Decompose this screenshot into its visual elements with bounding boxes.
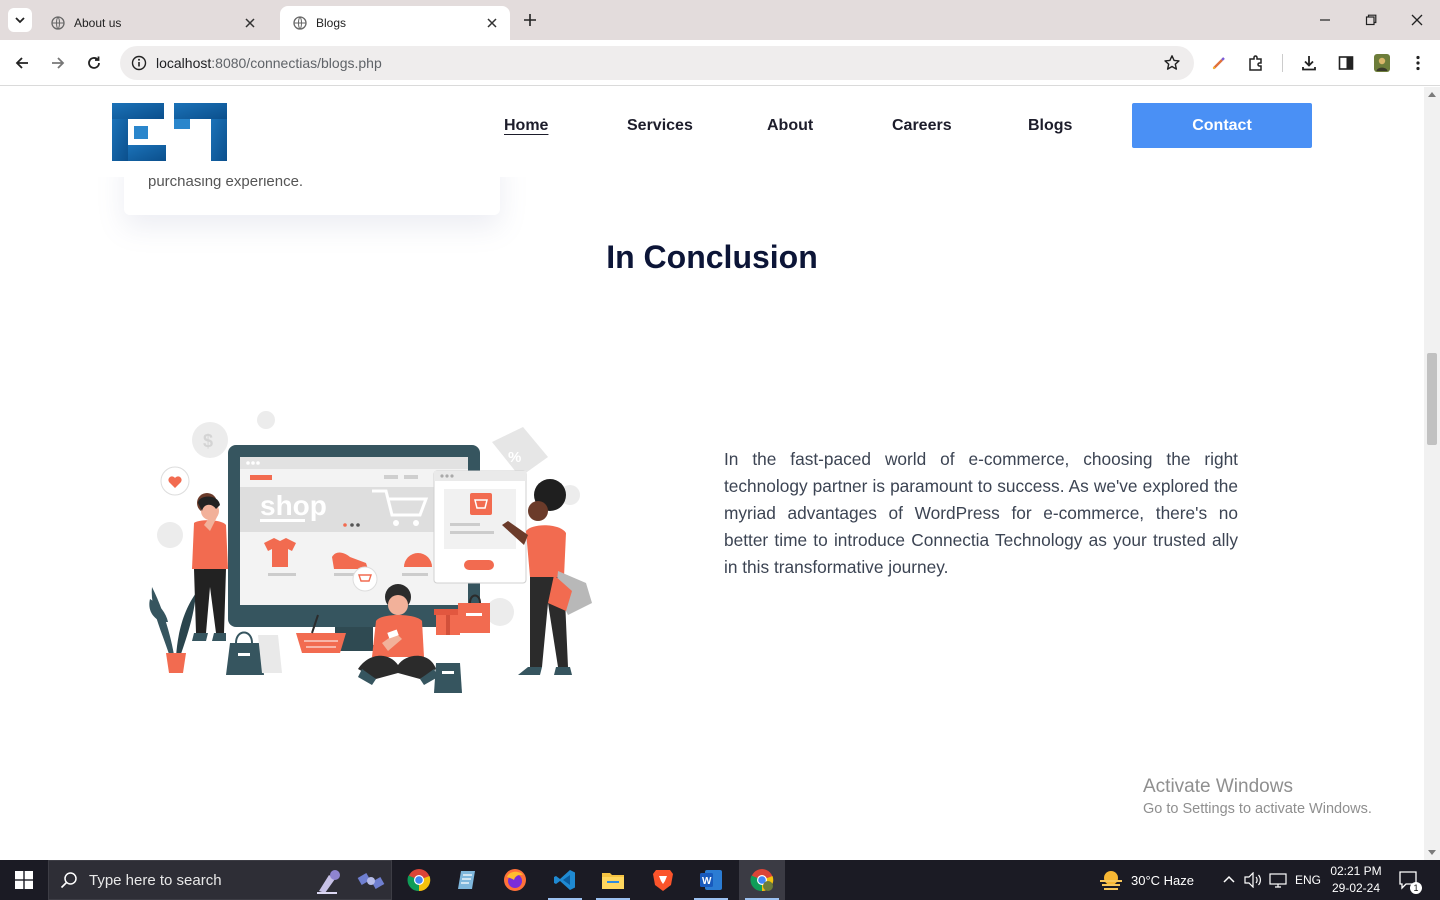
close-tab-icon[interactable] — [484, 15, 500, 31]
tab-about-us[interactable]: About us — [38, 6, 268, 40]
input-language-indicator[interactable]: ENG — [1295, 860, 1321, 900]
tab-title: About us — [74, 16, 122, 30]
conclusion-paragraph: In the fast-paced world of e-commerce, c… — [724, 449, 1238, 577]
search-icon — [49, 860, 89, 900]
file-explorer-taskbar-icon[interactable] — [590, 860, 636, 900]
notepad-app-icon[interactable] — [444, 860, 490, 900]
nav-careers-link[interactable]: Careers — [892, 117, 952, 135]
scroll-down-arrow-icon[interactable] — [1428, 850, 1436, 855]
side-panel-icon[interactable] — [1334, 51, 1358, 75]
globe-icon — [292, 15, 308, 31]
browser-menu-kebab-icon[interactable] — [1406, 51, 1430, 75]
back-arrow-icon[interactable] — [10, 51, 34, 75]
ecommerce-illustration: $ % shop — [140, 407, 610, 707]
forward-arrow-icon[interactable] — [46, 51, 70, 75]
globe-icon — [50, 15, 66, 31]
weather-haze-icon[interactable] — [1098, 869, 1124, 896]
close-tab-icon[interactable] — [242, 15, 258, 31]
connectia-logo[interactable] — [112, 103, 227, 161]
close-window-icon[interactable] — [1405, 8, 1429, 32]
minimize-icon[interactable] — [1313, 8, 1337, 32]
clock-date: 29-02-24 — [1331, 881, 1381, 895]
profile-avatar-icon[interactable] — [1370, 51, 1394, 75]
search-placeholder: Type here to search — [89, 871, 222, 889]
firefox-taskbar-icon[interactable] — [492, 860, 538, 900]
section-title: In Conclusion — [606, 239, 818, 275]
taskbar-clock[interactable]: 02:21 PM 29-02-24 — [1330, 863, 1382, 897]
illustration-shop-text: shop — [260, 490, 327, 521]
clock-time: 02:21 PM — [1330, 864, 1382, 878]
watermark-title: Activate Windows — [1143, 776, 1293, 797]
brave-taskbar-icon[interactable] — [640, 860, 686, 900]
volume-icon[interactable] — [1244, 871, 1262, 893]
url-host: localhost — [156, 55, 212, 71]
nav-about-link[interactable]: About — [767, 117, 813, 135]
nav-services-link[interactable]: Services — [627, 117, 693, 135]
windows-start-icon[interactable] — [0, 860, 48, 900]
tab-blogs[interactable]: Blogs — [280, 6, 510, 40]
url-text: localhost:8080/connectias/blogs.php — [156, 55, 382, 71]
nav-blogs-link[interactable]: Blogs — [1028, 117, 1072, 135]
contact-button[interactable]: Contact — [1132, 103, 1312, 148]
taskbar-search-box[interactable]: Type here to search — [48, 860, 392, 900]
chrome-profile-taskbar-icon[interactable] — [739, 860, 785, 900]
page-viewport: purchasing experience. Home Services Abo… — [0, 87, 1424, 860]
restore-icon[interactable] — [1359, 8, 1383, 32]
site-info-icon[interactable] — [122, 46, 156, 80]
nav-home-link[interactable]: Home — [504, 117, 548, 135]
search-highlight-satellite-icon — [355, 867, 387, 900]
notification-count-badge: 1 — [1410, 882, 1422, 894]
svg-text:W: W — [702, 876, 712, 887]
url-path: :8080/connectias/blogs.php — [211, 55, 382, 71]
watermark-subtitle: Go to Settings to activate Windows. — [1143, 801, 1372, 817]
svg-text:$: $ — [203, 431, 213, 451]
new-tab-plus-icon[interactable] — [520, 10, 540, 30]
scrollbar-thumb[interactable] — [1427, 353, 1437, 445]
address-bar[interactable]: localhost:8080/connectias/blogs.php — [120, 46, 1194, 80]
color-pen-extension-icon[interactable] — [1207, 51, 1231, 75]
extensions-puzzle-icon[interactable] — [1244, 51, 1268, 75]
vscode-taskbar-icon[interactable] — [542, 860, 588, 900]
tab-search-dropdown-icon[interactable] — [8, 8, 32, 32]
show-hidden-icons-chevron-icon[interactable] — [1222, 873, 1236, 892]
svg-text:%: % — [508, 449, 521, 466]
windows-taskbar: Type here to search W 30°C Haze ENG 02:2… — [0, 860, 1440, 900]
weather-text[interactable]: 30°C Haze — [1131, 860, 1194, 900]
bookmark-star-icon[interactable] — [1162, 53, 1182, 73]
reload-icon[interactable] — [82, 51, 106, 75]
activate-windows-watermark: Activate Windows Go to Settings to activ… — [1143, 776, 1372, 817]
scroll-up-arrow-icon[interactable] — [1428, 92, 1436, 97]
search-highlight-telescope-icon — [315, 867, 349, 900]
download-icon[interactable] — [1297, 51, 1321, 75]
browser-tab-strip: About us Blogs — [0, 0, 1440, 40]
browser-toolbar: localhost:8080/connectias/blogs.php — [0, 40, 1440, 86]
site-header: Home Services About Careers Blogs Contac… — [0, 87, 1424, 177]
tab-title: Blogs — [316, 16, 347, 30]
network-icon[interactable] — [1269, 872, 1287, 893]
chrome-taskbar-icon[interactable] — [396, 860, 442, 900]
toolbar-divider — [1282, 54, 1283, 72]
page-scrollbar[interactable] — [1424, 87, 1440, 860]
word-taskbar-icon[interactable]: W — [688, 860, 734, 900]
